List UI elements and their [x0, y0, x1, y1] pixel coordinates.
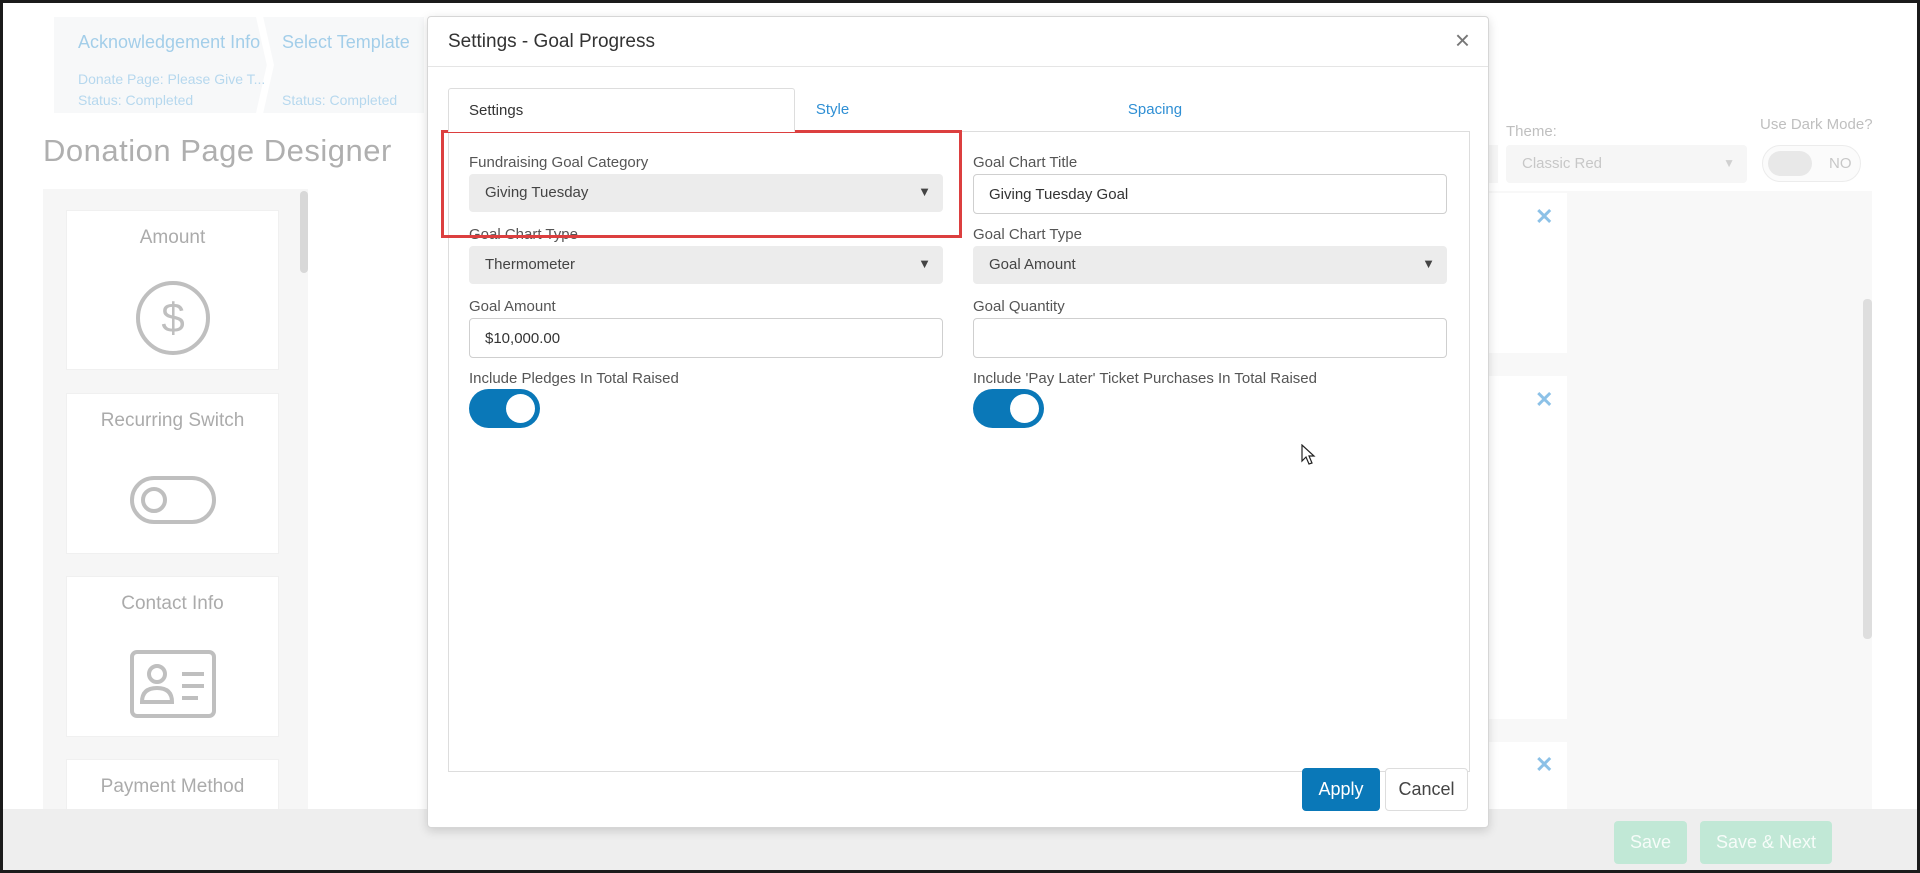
include-pay-later-label: Include 'Pay Later' Ticket Purchases In … — [973, 370, 1317, 387]
window-frame: Acknowledgement Info Donate Page: Please… — [0, 0, 1920, 873]
goal-chart-type-value: Thermometer — [485, 256, 576, 273]
chevron-down-icon: ▼ — [1422, 256, 1435, 271]
goal-amount-input[interactable] — [469, 318, 943, 358]
modal-title: Settings - Goal Progress — [448, 31, 655, 52]
mouse-cursor-icon — [1301, 444, 1316, 465]
cancel-button[interactable]: Cancel — [1385, 768, 1468, 811]
goal-amount-label: Goal Amount — [469, 298, 556, 315]
chevron-down-icon: ▼ — [918, 256, 931, 271]
toggle-knob — [506, 394, 535, 423]
include-pledges-toggle[interactable] — [469, 389, 540, 428]
include-pay-later-toggle[interactable] — [973, 389, 1044, 428]
goal-chart-title-label: Goal Chart Title — [973, 154, 1078, 171]
goal-quantity-label: Goal Quantity — [973, 298, 1065, 315]
goal-chart-type-select[interactable]: Thermometer ▼ — [469, 246, 943, 284]
goal-chart-type-2-select[interactable]: Goal Amount ▼ — [973, 246, 1447, 284]
tab-spacing[interactable]: Spacing — [1120, 88, 1190, 132]
toggle-knob — [1010, 394, 1039, 423]
tab-style[interactable]: Style — [795, 88, 870, 132]
goal-chart-type-2-value: Goal Amount — [989, 256, 1076, 273]
include-pledges-label: Include Pledges In Total Raised — [469, 370, 679, 387]
tab-settings[interactable]: Settings — [448, 88, 795, 132]
goal-quantity-input[interactable] — [973, 318, 1447, 358]
modal-tabs: Settings Style Spacing — [448, 88, 1470, 132]
close-icon[interactable]: × — [1455, 27, 1470, 53]
goal-chart-title-input[interactable] — [973, 174, 1447, 214]
modal-header: Settings - Goal Progress × — [428, 17, 1488, 67]
goal-chart-type-2-label: Goal Chart Type — [973, 226, 1082, 243]
apply-button[interactable]: Apply — [1302, 768, 1380, 811]
highlight-annotation-box — [441, 130, 962, 238]
